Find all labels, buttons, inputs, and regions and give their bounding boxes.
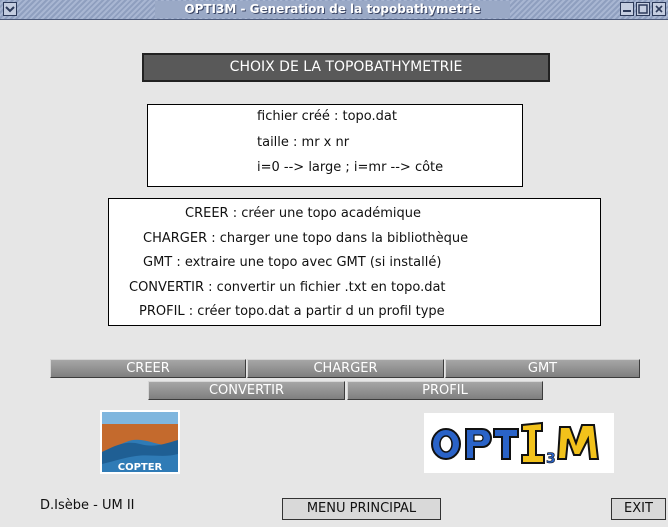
opti3m-logo-image: 3 bbox=[424, 413, 614, 473]
maximize-glyph-icon bbox=[638, 4, 648, 14]
close-glyph-icon bbox=[655, 5, 663, 13]
help-box: CREER : créer une topo académique CHARGE… bbox=[108, 198, 601, 326]
chevron-down-icon bbox=[5, 6, 15, 13]
menu-principal-button[interactable]: MENU PRINCIPAL bbox=[282, 498, 441, 520]
svg-text:3: 3 bbox=[546, 451, 556, 467]
window-titlebar[interactable]: OPTI3M - Generation de la topobathymetri… bbox=[0, 0, 668, 20]
info-line-size: taille : mr x nr bbox=[257, 135, 350, 150]
close-icon[interactable] bbox=[652, 2, 666, 16]
minimize-glyph-icon bbox=[623, 10, 631, 12]
profil-button[interactable]: PROFIL bbox=[347, 381, 543, 400]
help-line-charger: CHARGER : charger une topo dans la bibli… bbox=[143, 231, 469, 246]
maximize-icon[interactable] bbox=[636, 2, 650, 16]
convertir-button[interactable]: CONVERTIR bbox=[148, 381, 345, 400]
help-line-creer: CREER : créer une topo académique bbox=[185, 206, 421, 221]
info-line-file: fichier créé : topo.dat bbox=[257, 109, 397, 124]
help-line-profil: PROFIL : créer topo.dat a partir d un pr… bbox=[139, 304, 445, 319]
author-label: D.Isèbe - UM II bbox=[40, 498, 135, 513]
page-heading: CHOIX DE LA TOPOBATHYMETRIE bbox=[142, 53, 550, 82]
copter-logo: COPTER bbox=[100, 410, 180, 474]
info-line-index: i=0 --> large ; i=mr --> côte bbox=[257, 160, 444, 175]
exit-button[interactable]: EXIT bbox=[611, 498, 666, 520]
copter-logo-text: COPTER bbox=[118, 462, 163, 473]
gmt-button[interactable]: GMT bbox=[445, 359, 640, 378]
help-line-convertir: CONVERTIR : convertir un fichier .txt en… bbox=[129, 280, 446, 295]
opti3m-logo: 3 bbox=[424, 413, 614, 473]
help-line-gmt: GMT : extraire une topo avec GMT (si ins… bbox=[143, 255, 442, 270]
charger-button[interactable]: CHARGER bbox=[247, 359, 444, 378]
window-title: OPTI3M - Generation de la topobathymetri… bbox=[155, 1, 510, 18]
window-menu-icon[interactable] bbox=[3, 2, 17, 16]
minimize-icon[interactable] bbox=[620, 2, 634, 16]
copter-logo-image: COPTER bbox=[100, 410, 180, 474]
output-info-box: fichier créé : topo.dat taille : mr x nr… bbox=[147, 104, 523, 187]
creer-button[interactable]: CREER bbox=[50, 359, 246, 378]
